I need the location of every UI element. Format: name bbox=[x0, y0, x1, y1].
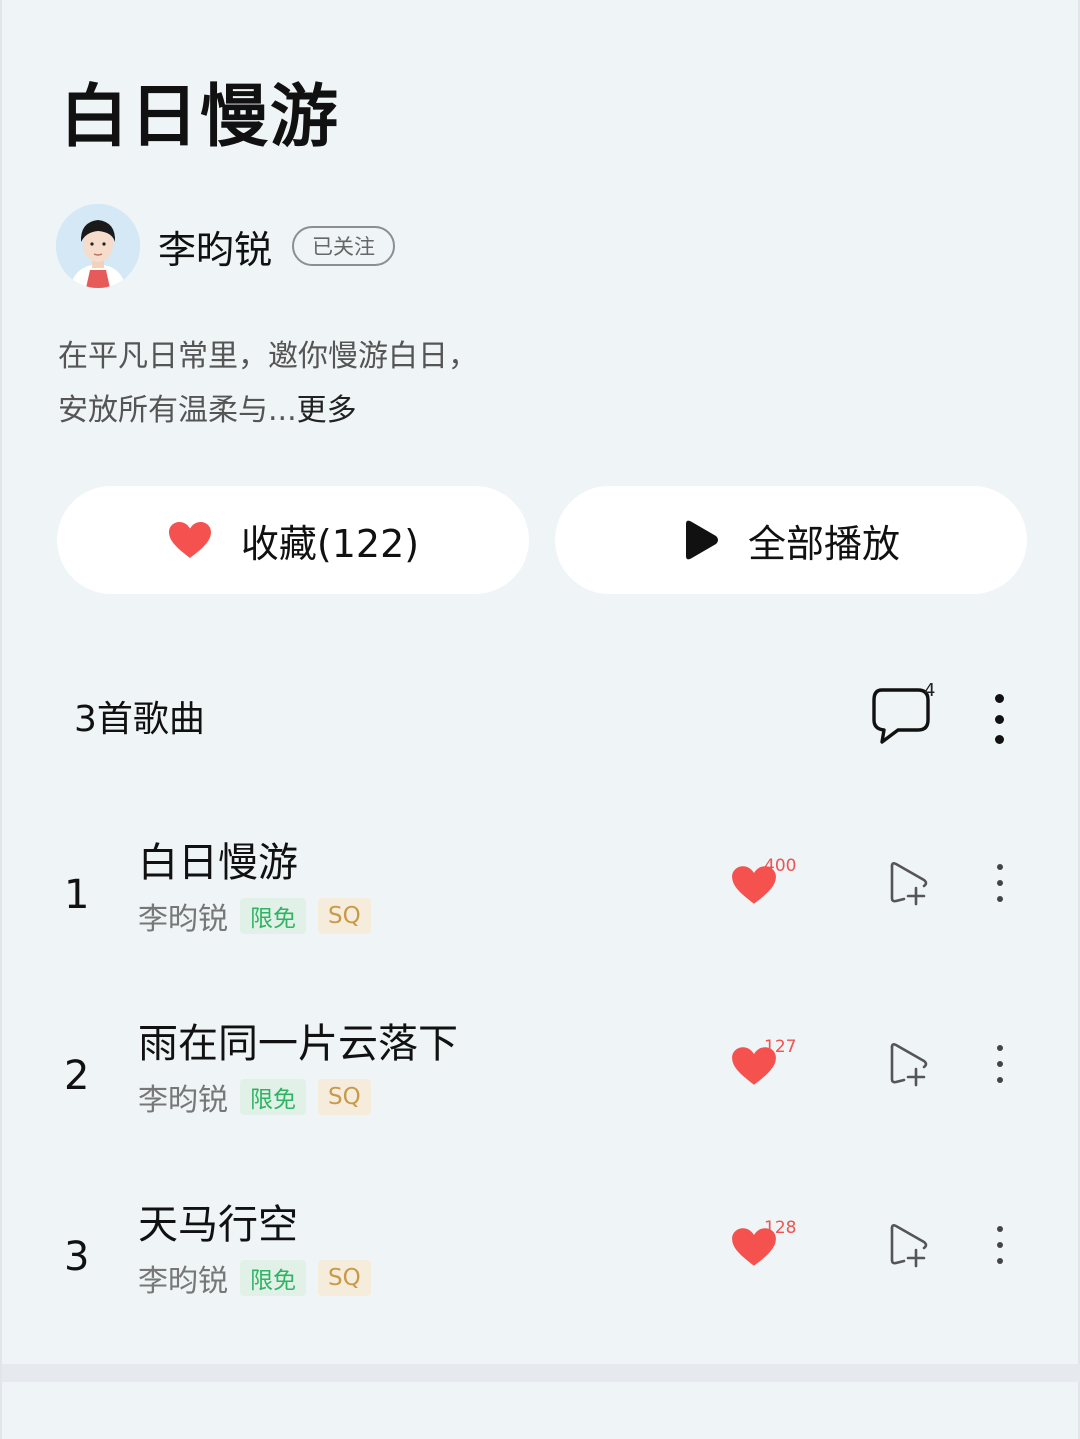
song-name: 白日慢游 bbox=[138, 840, 298, 886]
song-meta: 李昀锐 限免 SQ bbox=[138, 1075, 383, 1119]
song-row[interactable]: 1 白日慢游 李昀锐 限免 SQ 400 bbox=[2, 830, 1080, 980]
play-all-label: 全部播放 bbox=[747, 521, 900, 566]
free-tag: 限免 bbox=[240, 1260, 306, 1296]
description-line-1: 在平凡日常里，邀你慢游白日， bbox=[58, 339, 478, 374]
add-to-playlist-button[interactable] bbox=[886, 1041, 932, 1089]
more-dot bbox=[997, 1258, 1003, 1264]
song-artist[interactable]: 李昀锐 bbox=[138, 1256, 228, 1300]
bottom-divider bbox=[2, 1364, 1080, 1382]
song-artist[interactable]: 李昀锐 bbox=[138, 894, 228, 938]
song-row[interactable]: 2 雨在同一片云落下 李昀锐 限免 SQ 127 bbox=[2, 1011, 1080, 1161]
add-to-playlist-button[interactable] bbox=[886, 860, 932, 908]
more-dot bbox=[994, 694, 1004, 703]
comment-count: 4 bbox=[924, 680, 936, 701]
more-dot bbox=[997, 1045, 1003, 1051]
sq-tag: SQ bbox=[318, 1260, 371, 1296]
song-name: 雨在同一片云落下 bbox=[138, 1021, 458, 1067]
like-count: 128 bbox=[764, 1218, 797, 1238]
song-artist[interactable]: 李昀锐 bbox=[138, 1075, 228, 1119]
more-dot bbox=[994, 735, 1004, 744]
play-all-button[interactable]: 全部播放 bbox=[555, 486, 1027, 594]
favorite-button[interactable]: 收藏(122) bbox=[57, 486, 529, 594]
song-index: 3 bbox=[64, 1234, 90, 1280]
like-button[interactable]: 400 bbox=[728, 856, 808, 916]
more-dot bbox=[997, 1226, 1003, 1232]
play-icon bbox=[682, 518, 720, 562]
free-tag: 限免 bbox=[240, 898, 306, 934]
song-row[interactable]: 3 天马行空 李昀锐 限免 SQ 128 bbox=[2, 1192, 1080, 1342]
more-dot bbox=[997, 1077, 1003, 1083]
album-page: 白日慢游 李昀锐 已关注 在平凡日常里，邀你慢游白日， 安放所有温柔与...更多 bbox=[0, 0, 1080, 1439]
sq-tag: SQ bbox=[318, 1079, 371, 1115]
add-to-playlist-button[interactable] bbox=[886, 1222, 932, 1270]
author-row: 李昀锐 已关注 bbox=[56, 204, 396, 288]
page-title: 白日慢游 bbox=[60, 78, 341, 157]
like-button[interactable]: 127 bbox=[728, 1037, 808, 1097]
avatar[interactable] bbox=[56, 204, 140, 288]
add-to-playlist-icon bbox=[890, 862, 928, 906]
song-more-icon[interactable] bbox=[990, 864, 1010, 902]
song-count: 3首歌曲 bbox=[74, 699, 205, 740]
description-line-2: 安放所有温柔与...更多 bbox=[58, 384, 618, 438]
more-vertical-icon[interactable] bbox=[989, 694, 1009, 744]
free-tag: 限免 bbox=[240, 1079, 306, 1115]
song-index: 1 bbox=[64, 872, 90, 918]
song-index: 2 bbox=[64, 1053, 90, 1099]
like-button[interactable]: 128 bbox=[728, 1218, 808, 1278]
more-dot bbox=[994, 714, 1004, 724]
author-name[interactable]: 李昀锐 bbox=[158, 219, 272, 274]
more-dot bbox=[997, 1061, 1003, 1067]
follow-button[interactable]: 已关注 bbox=[292, 226, 396, 266]
more-link[interactable]: 更多 bbox=[297, 393, 357, 428]
like-count: 127 bbox=[764, 1037, 797, 1057]
like-count: 400 bbox=[764, 856, 797, 876]
avatar-image bbox=[56, 204, 140, 288]
sq-tag: SQ bbox=[318, 898, 371, 934]
more-dot bbox=[997, 880, 1003, 886]
album-description: 在平凡日常里，邀你慢游白日， 安放所有温柔与...更多 bbox=[58, 330, 618, 438]
song-name: 天马行空 bbox=[138, 1202, 298, 1248]
song-meta: 李昀锐 限免 SQ bbox=[138, 1256, 383, 1300]
more-dot bbox=[997, 864, 1003, 870]
comment-icon bbox=[872, 688, 930, 744]
more-dot bbox=[997, 1242, 1003, 1248]
song-more-icon[interactable] bbox=[990, 1226, 1010, 1264]
heart-icon bbox=[167, 520, 213, 560]
description-line-2-text: 安放所有温柔与... bbox=[58, 393, 297, 428]
song-meta: 李昀锐 限免 SQ bbox=[138, 894, 383, 938]
add-to-playlist-icon bbox=[890, 1043, 928, 1087]
comment-button[interactable]: 4 bbox=[868, 680, 942, 752]
more-dot bbox=[997, 896, 1003, 902]
add-to-playlist-icon bbox=[890, 1224, 928, 1268]
song-more-icon[interactable] bbox=[990, 1045, 1010, 1083]
favorite-label: 收藏(122) bbox=[240, 521, 420, 566]
